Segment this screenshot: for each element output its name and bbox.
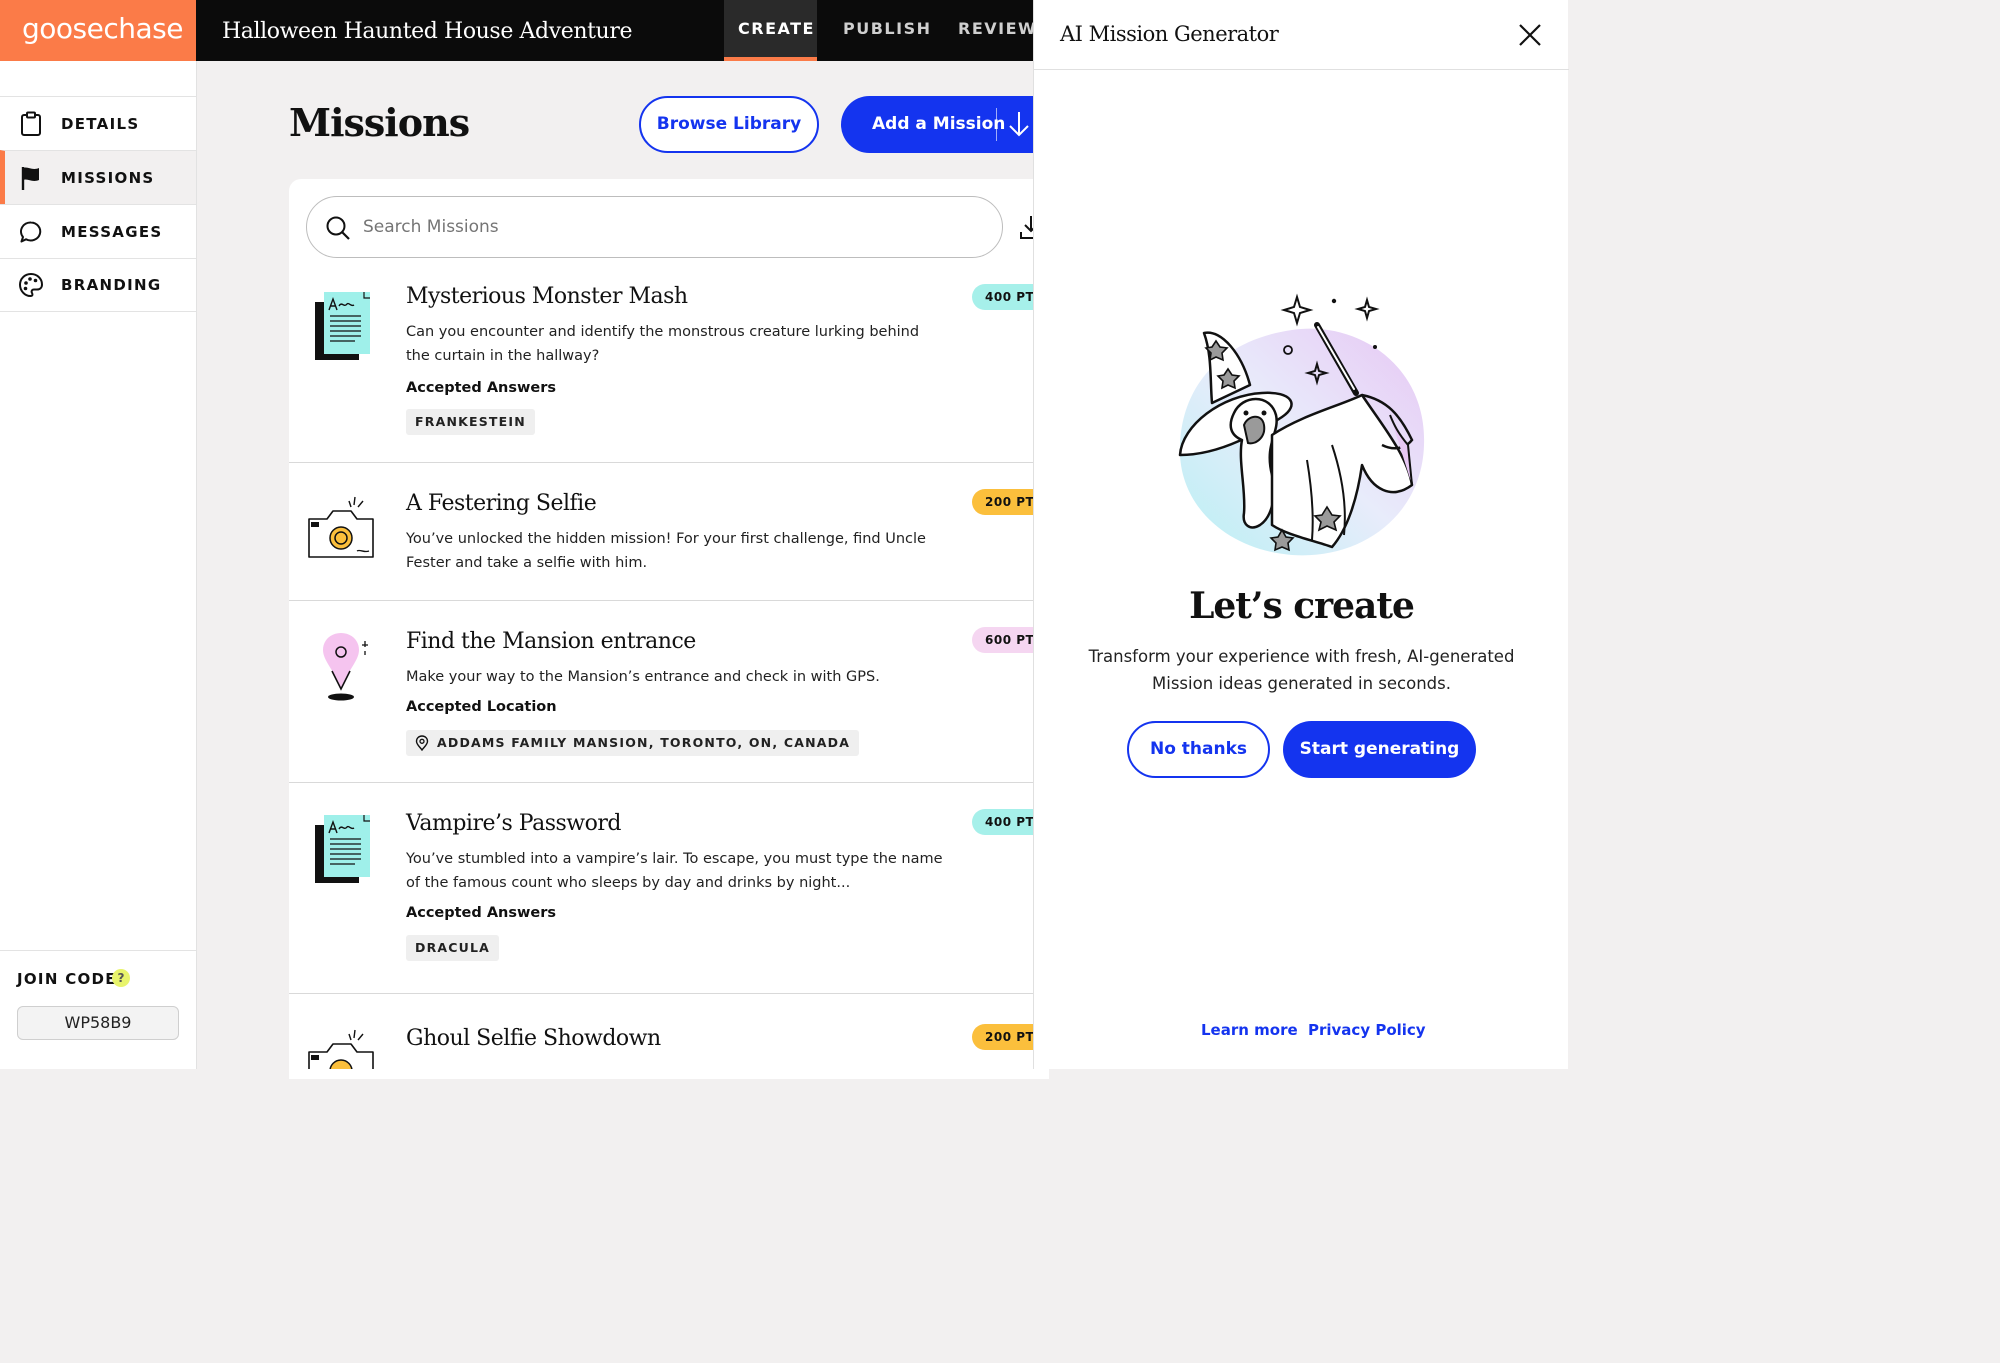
learn-more-link[interactable]: Learn more [1201,1021,1298,1039]
mission-title: Find the Mansion entrance [406,629,696,654]
join-code-label: JOIN CODE [17,970,117,988]
panel-title: AI Mission Generator [1060,22,1279,46]
location-tag: ADDAMS FAMILY MANSION, TORONTO, ON, CANA… [406,730,860,756]
tab-publish[interactable]: PUBLISH [843,0,931,61]
search-bar[interactable] [306,196,1003,258]
palette-icon [18,272,44,298]
join-code-value[interactable]: WP58B9 [17,1006,179,1040]
browse-library-button[interactable]: Browse Library [639,96,819,153]
page-title: Missions [289,100,470,145]
button-divider [996,108,997,141]
clipboard-icon [18,111,44,137]
join-code-section: JOIN CODE ? WP58B9 [0,950,196,1070]
answer-tag-text: DRACULA [415,940,491,955]
mission-sub-label: Accepted Answers [406,905,557,921]
mission-title: Mysterious Monster Mash [406,284,688,309]
sidebar-item-missions[interactable]: MISSIONS [0,150,196,204]
mission-item[interactable]: Mysterious Monster Mash Can you encounte… [289,262,1062,463]
panel-heading: Let’s create [1189,585,1415,627]
sidebar-item-label: DETAILS [61,114,140,133]
answer-tag: DRACULA [406,935,500,961]
chat-bubble-icon [18,219,44,245]
arrow-down-icon[interactable] [1007,110,1031,138]
tab-review[interactable]: REVIEW [958,0,1037,61]
answer-tag-text: FRANKESTEIN [415,414,526,429]
hunt-title: Halloween Haunted House Adventure [222,19,633,44]
text-document-icon [315,815,370,883]
camera-icon [308,1029,374,1069]
location-marker-icon [415,735,429,751]
mission-description: Make your way to the Mansion’s entrance … [406,669,880,685]
mission-description: You’ve unlocked the hidden mission! For … [406,531,926,571]
mission-item[interactable]: Vampire’s Password You’ve stumbled into … [289,783,1062,994]
mission-sub-label: Accepted Answers [406,380,557,396]
flag-icon [18,165,44,191]
start-generating-button[interactable]: Start generating [1283,721,1476,778]
sidebar-item-messages[interactable]: MESSAGES [0,204,196,258]
help-icon[interactable]: ? [112,969,130,987]
add-mission-label: Add a Mission [872,114,1006,134]
camera-icon [308,496,374,558]
sidebar-item-label: BRANDING [61,276,162,294]
tab-create[interactable]: CREATE [724,0,817,61]
location-pin-icon [323,633,368,701]
search-icon [326,216,350,240]
privacy-policy-link[interactable]: Privacy Policy [1308,1021,1426,1039]
panel-description: Transform your experience with fresh, AI… [1088,647,1515,693]
mission-description: You’ve stumbled into a vampire’s lair. T… [406,851,943,891]
answer-tag: FRANKESTEIN [406,409,535,435]
mission-description: Can you encounter and identify the monst… [406,324,920,364]
no-thanks-button[interactable]: No thanks [1127,721,1270,778]
close-icon[interactable] [1516,21,1544,49]
sidebar-item-details[interactable]: DETAILS [0,96,196,150]
ai-mission-generator-panel: AI Mission Generator Let’s create Transf… [1033,0,1569,1069]
mission-item[interactable]: A Festering Selfie You’ve unlocked the h… [289,463,1062,601]
panel-header: AI Mission Generator [1034,0,1569,70]
mission-title: Ghoul Selfie Showdown [406,1026,661,1051]
mission-item[interactable]: Ghoul Selfie Showdown 200 PTS [289,994,1049,1069]
sidebar: DETAILS MISSIONS MESSAGES BRANDING JOIN … [0,61,197,1069]
search-input[interactable] [363,197,963,257]
sidebar-item-label: MISSIONS [61,168,155,187]
mission-title: A Festering Selfie [406,491,597,516]
mission-item[interactable]: Find the Mansion entrance Make your way … [289,601,1062,783]
mission-title: Vampire’s Password [406,811,621,836]
wizard-goose-illustration [1178,293,1425,556]
text-document-icon [315,292,370,360]
sidebar-item-branding[interactable]: BRANDING [0,258,196,312]
location-tag-text: ADDAMS FAMILY MANSION, TORONTO, ON, CANA… [437,735,851,750]
goosechase-logo[interactable]: goosechase [0,0,196,61]
mission-sub-label: Accepted Location [406,699,557,715]
sidebar-item-label: MESSAGES [61,222,163,241]
